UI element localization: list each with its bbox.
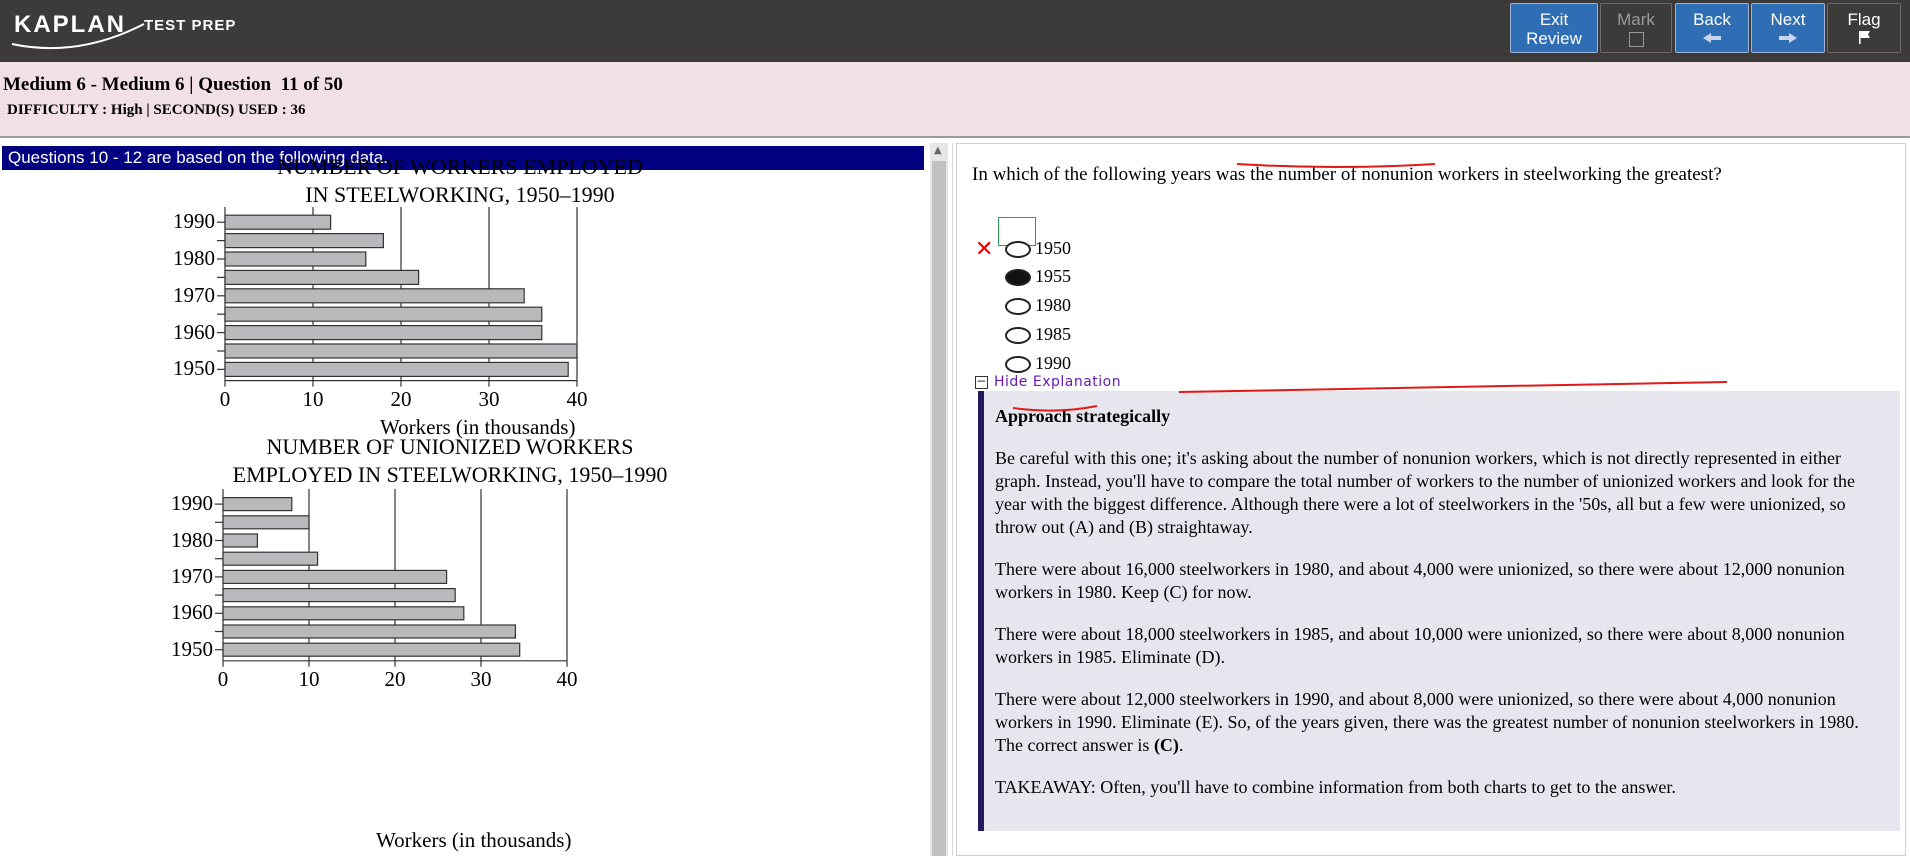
bar bbox=[222, 642, 521, 657]
explanation-p4-text: There were about 12,000 steelworkers in … bbox=[995, 689, 1859, 755]
back-button[interactable]: Back bbox=[1675, 3, 1749, 53]
explanation-paragraph-2: There were about 16,000 steelworkers in … bbox=[995, 559, 1845, 602]
x-tick-label: 20 bbox=[390, 386, 412, 411]
x-tick-label: 20 bbox=[384, 666, 406, 691]
bar bbox=[224, 232, 384, 249]
logo-word: KAPLAN bbox=[14, 11, 126, 38]
y-tick-label: 1970 bbox=[171, 563, 213, 588]
next-button[interactable]: Next bbox=[1751, 3, 1825, 53]
bar bbox=[224, 269, 420, 286]
y-tick-label: 1970 bbox=[173, 282, 215, 307]
bar bbox=[222, 624, 516, 639]
flag-label: Flag bbox=[1847, 10, 1881, 29]
y-tick-label: 1990 bbox=[171, 491, 213, 516]
choice-label: 1955 bbox=[1035, 266, 1071, 286]
explanation-answer: (C) bbox=[1153, 735, 1179, 755]
exit-review-button[interactable]: Exit Review bbox=[1510, 3, 1598, 53]
mark-button[interactable]: Mark bbox=[1600, 3, 1672, 53]
x-tick-label: 30 bbox=[478, 386, 500, 411]
bar bbox=[222, 588, 456, 603]
question-stem: In which of the following years was the … bbox=[972, 164, 1722, 185]
incorrect-mark-icon: ✕ bbox=[975, 237, 994, 262]
hide-explanation-label: Hide Explanation bbox=[994, 374, 1122, 390]
radio-button-selected[interactable] bbox=[1005, 269, 1031, 286]
scroll-up-icon[interactable]: ▲ bbox=[934, 145, 942, 156]
question-title: Medium 6 - Medium 6 | Question 11 of 50 bbox=[3, 74, 343, 95]
x-tick-label: 0 bbox=[217, 666, 229, 691]
bar bbox=[224, 214, 332, 230]
explanation-title: Approach strategically bbox=[995, 406, 1171, 426]
explanation-panel: Approach strategically Be careful with t… bbox=[978, 391, 1900, 831]
y-tick-label: 1950 bbox=[173, 356, 215, 381]
bar bbox=[224, 325, 543, 341]
mark-label: Mark bbox=[1617, 10, 1655, 29]
question-pane: In which of the following years was the … bbox=[956, 143, 1906, 856]
bar bbox=[224, 361, 569, 377]
exit-review-line1: Exit bbox=[1539, 10, 1569, 29]
explanation-paragraph-4: There were about 12,000 steelworkers in … bbox=[995, 688, 1886, 757]
mark-checkbox[interactable] bbox=[1628, 32, 1644, 47]
back-label: Back bbox=[1693, 10, 1731, 29]
back-arrow-icon bbox=[1703, 33, 1721, 43]
radio-button[interactable] bbox=[1005, 298, 1031, 315]
bar bbox=[222, 496, 293, 512]
y-tick-label: 1950 bbox=[171, 636, 213, 661]
bar bbox=[222, 569, 448, 584]
x-tick-label: 10 bbox=[298, 666, 320, 691]
choice-label: 1980 bbox=[1035, 295, 1071, 315]
passage-pane: Questions 10 - 12 are based on the follo… bbox=[0, 143, 930, 856]
y-tick-label: 1980 bbox=[171, 527, 213, 552]
top-bar: KAPLAN TEST PREP Exit Review Mark Back N… bbox=[0, 0, 1910, 62]
bar bbox=[224, 343, 578, 359]
logo-subtitle: TEST PREP bbox=[144, 17, 237, 34]
collapse-icon[interactable]: − bbox=[975, 375, 988, 389]
x-tick-label: 40 bbox=[566, 386, 588, 411]
flag-button[interactable]: Flag bbox=[1827, 3, 1901, 53]
explanation-paragraph-1: Be careful with this one; it's asking ab… bbox=[995, 448, 1855, 537]
explanation-takeaway: TAKEAWAY: Often, you'll have to combine … bbox=[995, 777, 1676, 797]
chart-plot bbox=[217, 207, 578, 387]
passage-scrollbar[interactable]: ▲ bbox=[930, 143, 948, 856]
question-meta: DIFFICULTY : High | SECOND(S) USED : 36 bbox=[7, 102, 306, 118]
choice-label: 1985 bbox=[1035, 324, 1071, 344]
bar bbox=[222, 606, 465, 621]
chart-xlabel: Workers (in thousands) bbox=[376, 828, 572, 852]
next-arrow-icon bbox=[1779, 33, 1797, 43]
explanation-paragraph-3: There were about 18,000 steelworkers in … bbox=[995, 624, 1845, 667]
next-label: Next bbox=[1770, 10, 1806, 29]
bar bbox=[222, 533, 259, 548]
x-tick-label: 0 bbox=[219, 386, 231, 411]
y-tick-label: 1980 bbox=[173, 246, 215, 270]
y-tick-label: 1960 bbox=[173, 319, 215, 344]
hide-explanation-toggle[interactable]: − Hide Explanation bbox=[975, 374, 1121, 390]
explanation-p4-end: . bbox=[1178, 735, 1184, 755]
x-tick-label: 30 bbox=[470, 666, 492, 691]
radio-button[interactable] bbox=[1005, 327, 1031, 344]
radio-button[interactable] bbox=[1005, 241, 1031, 258]
radio-button[interactable] bbox=[1005, 356, 1031, 373]
x-tick-label: 40 bbox=[556, 666, 578, 691]
scroll-thumb[interactable] bbox=[932, 161, 946, 856]
bar bbox=[224, 306, 543, 322]
pane-divider[interactable] bbox=[952, 143, 953, 856]
choice-label: 1990 bbox=[1035, 353, 1071, 373]
chart-plot bbox=[215, 489, 568, 667]
y-tick-label: 1990 bbox=[173, 209, 215, 234]
chart-unionized-workers: NUMBER OF UNIONIZED WORKERS EMPLOYED IN … bbox=[171, 433, 740, 853]
flag-icon bbox=[1859, 31, 1870, 44]
bar bbox=[224, 288, 525, 304]
kaplan-logo: KAPLAN TEST PREP bbox=[8, 6, 248, 50]
bar bbox=[222, 551, 319, 566]
bar bbox=[224, 251, 367, 267]
x-tick-label: 10 bbox=[302, 386, 324, 411]
question-header: Medium 6 - Medium 6 | Question 11 of 50 … bbox=[0, 62, 1910, 138]
bar bbox=[222, 515, 310, 530]
y-tick-label: 1960 bbox=[171, 600, 213, 625]
exit-review-line2: Review bbox=[1526, 29, 1582, 48]
choice-label: 1950 bbox=[1035, 238, 1071, 258]
